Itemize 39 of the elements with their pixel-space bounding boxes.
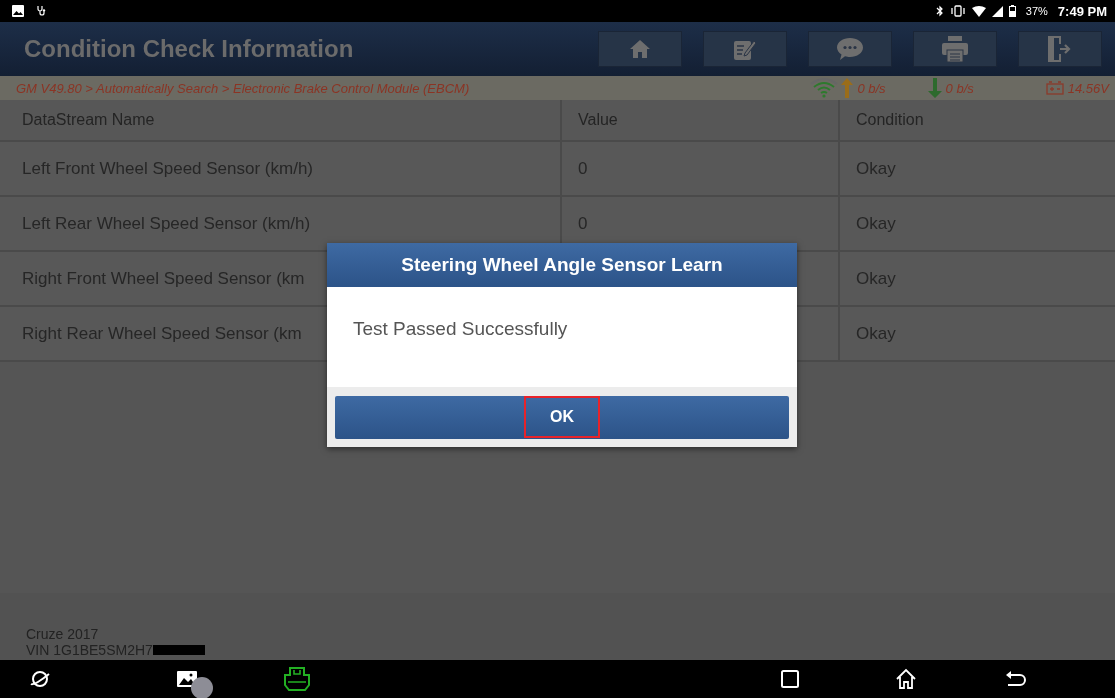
- printer-icon: [942, 36, 968, 62]
- screen-title: Condition Check Information: [24, 35, 355, 63]
- wifi-icon: [971, 5, 986, 17]
- exit-icon: [1048, 36, 1072, 62]
- vibrate-icon: [949, 5, 966, 17]
- upload-arrow-icon: [841, 78, 854, 98]
- edit-icon: [734, 38, 756, 60]
- highlight-frame: OK: [524, 396, 600, 438]
- bluetooth-icon: [935, 5, 944, 17]
- back-icon[interactable]: [1005, 670, 1027, 688]
- home-icon: [630, 40, 650, 58]
- image-icon: [12, 5, 24, 17]
- download-arrow-icon: [927, 78, 942, 98]
- battery-percent: 37%: [1025, 5, 1048, 17]
- browser-icon[interactable]: [30, 669, 50, 689]
- redaction-mark: [152, 645, 205, 655]
- print-button[interactable]: [913, 31, 997, 67]
- home-button[interactable]: [598, 31, 682, 67]
- chat-icon: [837, 37, 863, 61]
- message-button[interactable]: [808, 31, 892, 67]
- ok-button[interactable]: OK: [335, 395, 789, 439]
- breadcrumb: GM V49.80 > Automatically Search > Electronic Brake Control Module (EBCM): [16, 80, 470, 96]
- battery-icon: [1008, 5, 1016, 17]
- voltage: 14.56V: [1067, 80, 1109, 96]
- stethoscope-icon: [36, 5, 48, 17]
- upload-rate: 0 b/s: [857, 80, 886, 96]
- edit-button[interactable]: [703, 31, 787, 67]
- battery-icon: [1045, 81, 1064, 95]
- gallery-icon[interactable]: [177, 671, 197, 687]
- home-icon[interactable]: [895, 668, 917, 690]
- recent-apps-icon[interactable]: [781, 670, 799, 688]
- touch-indicator: [191, 677, 213, 698]
- signal-icon: [991, 5, 1003, 17]
- exit-button[interactable]: [1018, 31, 1102, 67]
- clock: 7:49 PM: [1057, 3, 1107, 19]
- dialog-title: Steering Wheel Angle Sensor Learn: [327, 243, 797, 287]
- vci-connector-icon[interactable]: [283, 667, 311, 691]
- dialog-message: Test Passed Successfully: [327, 287, 797, 387]
- download-rate: 0 b/s: [945, 80, 974, 96]
